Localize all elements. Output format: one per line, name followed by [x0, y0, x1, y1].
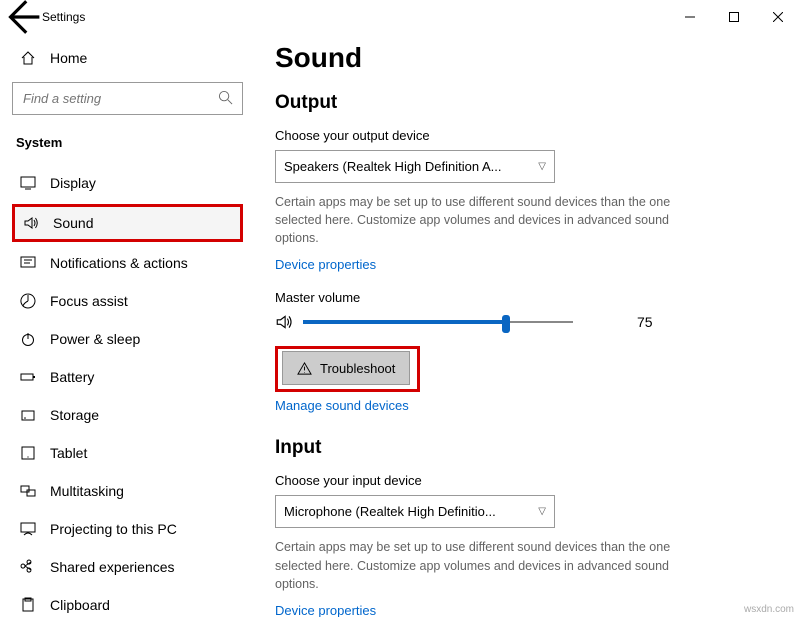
home-button[interactable]: Home — [12, 40, 243, 76]
close-button[interactable] — [756, 0, 800, 34]
watermark: wsxdn.com — [744, 604, 794, 615]
speaker-icon — [275, 313, 293, 331]
input-device-select[interactable]: Microphone (Realtek High Definitio... ▽ — [275, 495, 555, 528]
page-title: Sound — [275, 42, 770, 74]
battery-icon — [20, 369, 36, 385]
display-icon — [20, 175, 36, 191]
sidebar: Home System Display Sound Notifications … — [0, 34, 255, 617]
clipboard-icon — [20, 597, 36, 613]
output-heading: Output — [275, 92, 770, 114]
maximize-icon — [729, 12, 739, 22]
power-icon — [20, 331, 36, 347]
back-button[interactable] — [0, 0, 42, 38]
maximize-button[interactable] — [712, 0, 756, 34]
sidebar-item-multitasking[interactable]: Multitasking — [12, 472, 243, 510]
manage-sound-devices-link[interactable]: Manage sound devices — [275, 398, 409, 413]
sidebar-item-battery[interactable]: Battery — [12, 358, 243, 396]
troubleshoot-highlight: Troubleshoot — [275, 346, 420, 392]
category-heading: System — [12, 129, 243, 164]
sidebar-item-tablet[interactable]: Tablet — [12, 434, 243, 472]
tablet-icon — [20, 445, 36, 461]
slider-thumb[interactable] — [502, 315, 510, 333]
sidebar-item-label: Power & sleep — [50, 331, 140, 347]
sidebar-item-label: Clipboard — [50, 597, 110, 613]
projecting-icon — [20, 521, 36, 537]
search-input[interactable] — [12, 82, 243, 115]
sidebar-item-focus[interactable]: Focus assist — [12, 282, 243, 320]
troubleshoot-button[interactable]: Troubleshoot — [282, 351, 410, 385]
input-hint: Certain apps may be set up to use differ… — [275, 538, 705, 592]
sidebar-item-label: Display — [50, 175, 96, 191]
warning-icon — [297, 361, 312, 376]
sidebar-item-label: Sound — [53, 215, 93, 231]
volume-slider[interactable] — [303, 312, 573, 332]
minimize-icon — [685, 12, 695, 22]
sidebar-item-label: Notifications & actions — [50, 255, 188, 271]
sidebar-item-label: Tablet — [50, 445, 87, 461]
sidebar-item-sound[interactable]: Sound — [12, 204, 243, 242]
output-device-select[interactable]: Speakers (Realtek High Definition A... ▽ — [275, 150, 555, 183]
sidebar-item-display[interactable]: Display — [12, 164, 243, 202]
troubleshoot-label: Troubleshoot — [320, 361, 395, 376]
sidebar-item-notifications[interactable]: Notifications & actions — [12, 244, 243, 282]
arrow-left-icon — [0, 0, 42, 38]
sidebar-item-label: Storage — [50, 407, 99, 423]
shared-icon — [20, 559, 36, 575]
sound-icon — [23, 215, 39, 231]
sidebar-item-label: Projecting to this PC — [50, 521, 177, 537]
output-device-value: Speakers (Realtek High Definition A... — [284, 159, 502, 174]
sidebar-item-shared[interactable]: Shared experiences — [12, 548, 243, 586]
sidebar-item-label: Multitasking — [50, 483, 124, 499]
storage-icon — [20, 407, 36, 423]
search-box[interactable] — [12, 82, 243, 115]
notifications-icon — [20, 255, 36, 271]
sidebar-item-power[interactable]: Power & sleep — [12, 320, 243, 358]
minimize-button[interactable] — [668, 0, 712, 34]
home-icon — [20, 50, 36, 66]
master-volume-label: Master volume — [275, 290, 770, 305]
input-choose-label: Choose your input device — [275, 473, 770, 488]
input-device-value: Microphone (Realtek High Definitio... — [284, 504, 496, 519]
output-hint: Certain apps may be set up to use differ… — [275, 193, 705, 247]
output-choose-label: Choose your output device — [275, 128, 770, 143]
sidebar-item-label: Battery — [50, 369, 94, 385]
home-label: Home — [50, 50, 87, 66]
sidebar-item-projecting[interactable]: Projecting to this PC — [12, 510, 243, 548]
close-icon — [773, 12, 783, 22]
sidebar-item-label: Shared experiences — [50, 559, 175, 575]
chevron-down-icon: ▽ — [538, 506, 546, 517]
input-heading: Input — [275, 437, 770, 459]
output-device-properties-link[interactable]: Device properties — [275, 257, 376, 272]
window-title: Settings — [42, 10, 668, 24]
volume-value: 75 — [637, 314, 653, 330]
sidebar-item-clipboard[interactable]: Clipboard — [12, 586, 243, 624]
multitasking-icon — [20, 483, 36, 499]
sidebar-item-label: Focus assist — [50, 293, 128, 309]
search-icon — [218, 90, 233, 108]
sidebar-item-storage[interactable]: Storage — [12, 396, 243, 434]
content-pane: Sound Output Choose your output device S… — [255, 34, 800, 617]
focus-icon — [20, 293, 36, 309]
input-device-properties-link[interactable]: Device properties — [275, 603, 376, 617]
chevron-down-icon: ▽ — [538, 161, 546, 172]
